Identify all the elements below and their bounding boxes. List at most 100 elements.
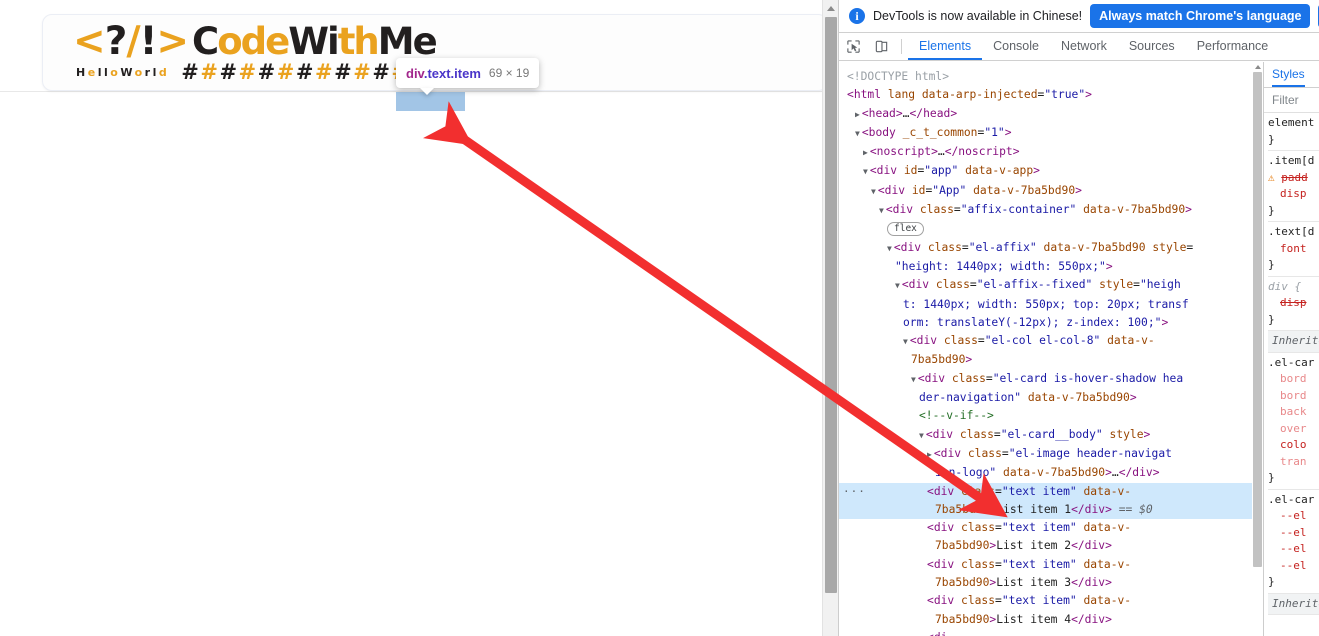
dom-twisty-open-icon[interactable]: ▼ <box>871 187 876 196</box>
styles-rule-block[interactable]: element} <box>1268 113 1319 151</box>
styles-declaration[interactable]: ⚠ padd <box>1268 170 1319 187</box>
logo-slash-icon: / <box>126 19 140 64</box>
tab-sources[interactable]: Sources <box>1118 33 1186 60</box>
dom-node-selected[interactable]: ··· <div class="text item" data-v- <box>839 482 1263 501</box>
styles-declaration[interactable]: disp <box>1268 186 1319 203</box>
dom-node[interactable]: <div class="text item" data-v- <box>839 592 1263 610</box>
tab-performance[interactable]: Performance <box>1186 33 1280 60</box>
flex-badge[interactable]: flex <box>887 222 924 237</box>
dom-node[interactable]: ion-logo" data-v-7ba5bd90>…</div> <box>839 464 1263 482</box>
dom-node[interactable]: 7ba5bd90>List item 4</div> <box>839 611 1263 629</box>
device-toolbar-icon[interactable] <box>867 34 895 60</box>
dom-token: div <box>932 427 954 441</box>
dom-token: div <box>884 183 906 197</box>
dom-tree-scrollbar[interactable] <box>1252 62 1263 636</box>
dom-node[interactable]: ▼ <body _c_t_common="1"> <box>839 124 1263 143</box>
dom-node[interactable]: <div class="text item" data-v- <box>839 556 1263 574</box>
dom-node[interactable]: ▼ <div class="affix-container" data-v-7ba… <box>839 201 1263 220</box>
dom-node[interactable]: "height: 1440px; width: 550px;"> <box>839 258 1263 276</box>
dom-node[interactable]: ▶ <div class="el-image header-navigat <box>839 445 1263 464</box>
dom-node[interactable]: der-navigation" data-v-7ba5bd90> <box>839 389 1263 407</box>
styles-rule-block[interactable]: .el-car --el --el --el --el} <box>1268 490 1319 594</box>
styles-rule-block[interactable]: .text[d font} <box>1268 222 1319 277</box>
dom-twisty-open-icon[interactable]: ▼ <box>863 167 868 176</box>
dom-node[interactable]: 7ba5bd90> <box>839 351 1263 369</box>
dom-node[interactable]: ▶ <head>…</head> <box>839 105 1263 124</box>
styles-declaration[interactable]: colo <box>1268 437 1319 454</box>
page-scrollbar-thumb[interactable] <box>825 17 837 593</box>
dom-token: < <box>861 106 869 120</box>
dom-node[interactable]: ▶ <noscript>…</noscript> <box>839 143 1263 162</box>
dom-node[interactable]: 7ba5bd90>List item 3</div> <box>839 574 1263 592</box>
dom-scroll-up-arrow-icon[interactable] <box>1253 62 1262 71</box>
tab-styles[interactable]: Styles <box>1272 62 1305 87</box>
dom-token: < <box>933 446 941 460</box>
dom-node[interactable]: flex <box>839 220 1263 238</box>
dom-token: < <box>893 240 901 254</box>
dom-token <box>1077 558 1084 571</box>
dom-tree-pane: <!DOCTYPE html> <html lang data-arp-injec… <box>839 62 1263 636</box>
styles-declaration[interactable]: --el <box>1268 525 1319 542</box>
dom-twisty-open-icon[interactable]: ▼ <box>895 281 900 290</box>
tab-console[interactable]: Console <box>982 33 1050 60</box>
dom-token: div <box>1132 466 1153 480</box>
styles-declaration[interactable]: --el <box>1268 508 1319 525</box>
tab-elements[interactable]: Elements <box>908 33 983 60</box>
always-match-language-button[interactable]: Always match Chrome's language <box>1090 4 1311 28</box>
dom-twisty-open-icon[interactable]: ▼ <box>855 129 860 138</box>
dom-twisty-open-icon[interactable]: ▼ <box>911 375 916 384</box>
styles-rule-block[interactable]: .item[d ⚠ padd disp} <box>1268 151 1319 222</box>
dom-token: "el-affix--fixed" <box>976 278 1093 292</box>
dom-node[interactable]: <html lang data-arp-injected="true"> <box>839 86 1263 104</box>
dom-twisty-open-icon[interactable]: ▼ <box>919 431 924 440</box>
dom-node[interactable]: ▼ <div class="el-card__body" style> <box>839 426 1263 445</box>
toolbar-divider <box>901 39 902 54</box>
styles-declaration[interactable]: over <box>1268 421 1319 438</box>
styles-declaration[interactable]: back <box>1268 404 1319 421</box>
styles-declaration[interactable]: --el <box>1268 558 1319 575</box>
dom-twisty-closed-icon[interactable]: ▶ <box>863 148 868 157</box>
styles-declaration[interactable]: disp <box>1268 295 1319 312</box>
styles-declaration[interactable]: tran <box>1268 454 1319 471</box>
dom-twisty-open-icon[interactable]: ▼ <box>903 337 908 346</box>
dom-node[interactable]: ▼ <div id="App" data-v-7ba5bd90> <box>839 182 1263 201</box>
styles-declaration[interactable]: bord <box>1268 371 1319 388</box>
styles-property-name: colo <box>1280 438 1307 451</box>
dom-node[interactable]: ▼ <div id="app" data-v-app> <box>839 162 1263 181</box>
dom-tree[interactable]: <!DOCTYPE html> <html lang data-arp-injec… <box>839 62 1263 636</box>
dom-twisty-closed-icon[interactable]: ▶ <box>927 450 932 459</box>
dom-node[interactable]: t: 1440px; width: 550px; top: 20px; tran… <box>839 296 1263 314</box>
styles-property-name: padd <box>1281 170 1308 184</box>
styles-rule-block[interactable]: div {disp} <box>1268 277 1319 331</box>
dom-node[interactable]: <!DOCTYPE html> <box>839 68 1263 86</box>
dom-node[interactable]: ▼ <div class="el-affix--fixed" style="hei… <box>839 276 1263 295</box>
dom-node[interactable]: 7ba5bd90>List item 2</div> <box>839 537 1263 555</box>
styles-rule-close-brace: } <box>1268 132 1275 146</box>
hash-mark-3: # <box>238 60 258 84</box>
dom-token: div <box>1084 612 1106 626</box>
page-vertical-scrollbar[interactable] <box>822 0 838 636</box>
hash-mark-5: # <box>276 60 296 84</box>
dom-node-selected[interactable]: 7ba5bd90>List item 1</div> == $0 <box>839 500 1263 520</box>
cursor-select-icon[interactable] <box>839 34 867 60</box>
dom-node[interactable]: ▼ <div class="el-card is-hover-shadow hea <box>839 370 1263 389</box>
tab-network[interactable]: Network <box>1050 33 1118 60</box>
styles-declaration[interactable]: font <box>1268 241 1319 258</box>
dom-twisty-open-icon[interactable]: ▼ <box>879 206 884 215</box>
styles-declaration[interactable]: --el <box>1268 541 1319 558</box>
dom-twisty-closed-icon[interactable]: ▶ <box>855 110 860 119</box>
dom-twisty-open-icon[interactable]: ▼ <box>887 244 892 253</box>
scroll-up-arrow-icon[interactable] <box>823 0 838 16</box>
dom-node[interactable]: orm: translateY(-12px); z-index: 100;"> <box>839 314 1263 332</box>
dom-token: > <box>895 106 903 120</box>
dom-node[interactable]: <di <box>839 629 1263 636</box>
dom-token: … <box>937 145 945 159</box>
dom-node[interactable]: <!--v-if--> <box>839 407 1263 425</box>
styles-declaration[interactable]: bord <box>1268 388 1319 405</box>
dom-scrollbar-thumb[interactable] <box>1253 72 1262 567</box>
dom-node[interactable]: <div class="text item" data-v- <box>839 519 1263 537</box>
dom-node[interactable]: ▼ <div class="el-col el-col-8" data-v- <box>839 332 1263 351</box>
styles-rule-block[interactable]: .el-car bord bord back over colo tran} <box>1268 353 1319 490</box>
styles-filter-input[interactable]: Filter <box>1264 88 1319 113</box>
dom-node[interactable]: ▼ <div class="el-affix" data-v-7ba5bd90 s… <box>839 239 1263 258</box>
